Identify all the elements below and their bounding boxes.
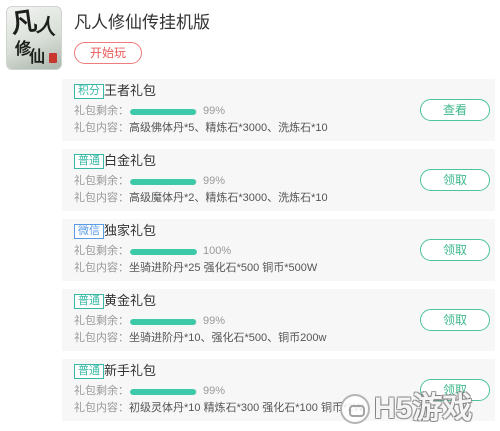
remaining-row: 礼包剩余： 99% — [74, 315, 225, 328]
content-row: 礼包内容： 坐骑进阶丹*25 强化石*500 铜币*500W — [74, 262, 317, 275]
gift-tag: 普通 — [74, 154, 104, 169]
gift-tag: 普通 — [74, 294, 104, 309]
remaining-progress-bar — [130, 178, 197, 185]
progress-fill — [130, 388, 197, 395]
remaining-label: 礼包剩余： — [74, 245, 129, 257]
start-play-button[interactable]: 开始玩 — [74, 42, 142, 64]
remaining-row: 礼包剩余： 99% — [74, 175, 225, 188]
watermark-logo-icon — [340, 394, 370, 424]
content-label: 礼包内容： — [74, 192, 129, 204]
content-row: 礼包内容： 高级魔体丹*2、精炼石*3000、洗炼石*10 — [74, 192, 328, 205]
gift-content: 高级佛体丹*5、精炼石*3000、洗炼石*10 — [129, 122, 328, 134]
remaining-label: 礼包剩余： — [74, 385, 129, 397]
view-button[interactable]: 查看 — [420, 99, 490, 121]
gift-card: 普通 黄金礼包 礼包剩余： 99% 礼包内容： 坐骑进阶丹*10、强化石*500… — [62, 289, 495, 351]
remaining-row: 礼包剩余： 99% — [74, 105, 225, 118]
gift-content: 高级魔体丹*2、精炼石*3000、洗炼石*10 — [129, 192, 328, 204]
gift-tag: 积分 — [74, 84, 104, 99]
watermark-text: H5游戏 — [374, 392, 473, 425]
remaining-progress-bar — [130, 248, 197, 255]
icon-char: 仙 — [29, 47, 46, 66]
gift-name: 新手礼包 — [104, 363, 157, 378]
remaining-label: 礼包剩余： — [74, 105, 129, 117]
claim-button[interactable]: 领取 — [420, 169, 490, 191]
content-label: 礼包内容： — [74, 402, 129, 414]
game-title: 凡人修仙传挂机版 — [74, 13, 210, 32]
remaining-percent: 99% — [203, 315, 226, 327]
progress-fill — [130, 248, 197, 255]
content-label: 礼包内容： — [74, 122, 129, 134]
content-row: 礼包内容： 初级灵体丹*10 精炼石*300 强化石*100 铜币*2W — [74, 402, 364, 415]
claim-button[interactable]: 领取 — [420, 309, 490, 331]
content-label: 礼包内容： — [74, 262, 129, 274]
gift-card: 微信 独家礼包 礼包剩余： 100% 礼包内容： 坐骑进阶丹*25 强化石*50… — [62, 219, 495, 281]
content-row: 礼包内容： 坐骑进阶丹*10、强化石*500、铜币200w — [74, 332, 326, 345]
game-icon[interactable]: 凡 人 修 仙 — [6, 6, 62, 70]
gift-tag: 微信 — [74, 224, 104, 239]
remaining-progress-bar — [130, 108, 197, 115]
remaining-row: 礼包剩余： 100% — [74, 245, 231, 258]
gift-card: 普通 白金礼包 礼包剩余： 99% 礼包内容： 高级魔体丹*2、精炼石*3000… — [62, 149, 495, 211]
gift-page: 凡 人 修 仙 凡人修仙传挂机版 开始玩 积分 王者礼包 礼包剩余： 99% 礼… — [0, 0, 500, 431]
gift-content: 初级灵体丹*10 精炼石*300 强化石*100 铜币*2W — [129, 402, 364, 414]
content-label: 礼包内容： — [74, 332, 129, 344]
content-row: 礼包内容： 高级佛体丹*5、精炼石*3000、洗炼石*10 — [74, 122, 328, 135]
gift-name: 白金礼包 — [104, 153, 157, 168]
gift-card: 积分 王者礼包 礼包剩余： 99% 礼包内容： 高级佛体丹*5、精炼石*3000… — [62, 79, 495, 141]
remaining-progress-bar — [130, 388, 197, 395]
progress-fill — [130, 318, 197, 325]
remaining-percent: 99% — [203, 175, 226, 187]
progress-fill — [130, 178, 197, 185]
seal-icon — [49, 53, 57, 63]
icon-char: 人 — [35, 12, 59, 40]
remaining-row: 礼包剩余： 99% — [74, 385, 225, 398]
remaining-percent: 99% — [203, 105, 226, 117]
gift-name: 黄金礼包 — [104, 293, 157, 308]
claim-button[interactable]: 领取 — [420, 239, 490, 261]
remaining-percent: 99% — [203, 385, 226, 397]
gift-name: 独家礼包 — [104, 223, 157, 238]
remaining-label: 礼包剩余： — [74, 175, 129, 187]
remaining-label: 礼包剩余： — [74, 315, 129, 327]
remaining-percent: 100% — [203, 245, 232, 257]
icon-char: 凡 — [9, 6, 39, 40]
gift-content: 坐骑进阶丹*10、强化石*500、铜币200w — [129, 332, 327, 344]
gift-name: 王者礼包 — [104, 83, 157, 98]
gift-tag: 普通 — [74, 364, 104, 379]
gift-content: 坐骑进阶丹*25 强化石*500 铜币*500W — [129, 262, 318, 274]
remaining-progress-bar — [130, 318, 197, 325]
progress-fill — [130, 108, 197, 115]
